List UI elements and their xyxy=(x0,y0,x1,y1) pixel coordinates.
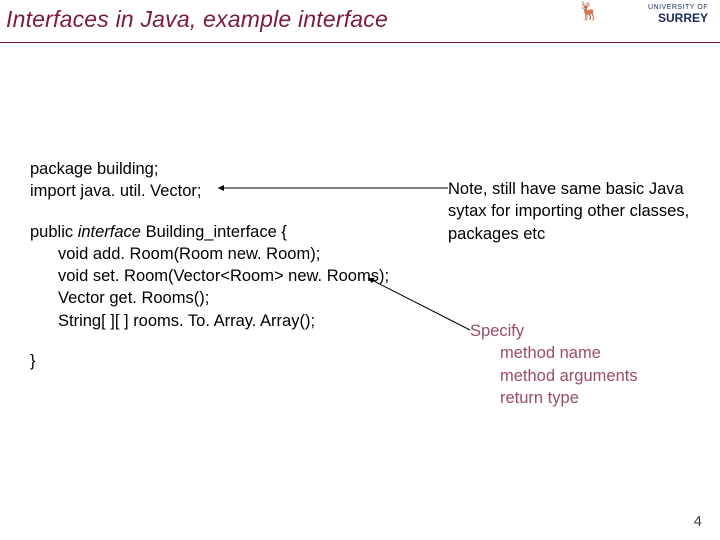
code-text: void set. Room(Vector<Room> new. Rooms); xyxy=(58,267,389,285)
code-line: void set. Room(Vector<Room> new. Rooms); xyxy=(30,265,389,287)
code-text: Building_interface { xyxy=(141,223,287,241)
spec-head: Specify xyxy=(470,320,638,342)
code-text: import java. util. Vector; xyxy=(30,182,202,200)
code-line: package building; xyxy=(30,158,389,180)
code-line: String[ ][ ] rooms. To. Array. Array(); xyxy=(30,310,389,332)
spec-item: return type xyxy=(470,387,638,409)
code-text: Vector get. Rooms(); xyxy=(58,289,209,307)
code-text: public xyxy=(30,223,78,241)
logo-line1: UNIVERSITY OF xyxy=(648,4,708,11)
annotation-specify: Specify method name method arguments ret… xyxy=(470,320,638,409)
spec-item: method arguments xyxy=(470,365,638,387)
keyword-interface: interface xyxy=(78,223,141,241)
stag-icon: 🦌 xyxy=(578,2,600,20)
slide-title: Interfaces in Java, example interface xyxy=(6,6,388,33)
page-number: 4 xyxy=(694,513,702,530)
code-line: } xyxy=(30,350,389,372)
annotation-note: Note, still have same basic Java sytax f… xyxy=(448,178,698,245)
code-line: import java. util. Vector; xyxy=(30,180,389,202)
code-line: public interface Building_interface { xyxy=(30,221,389,243)
title-underline xyxy=(0,42,720,43)
spec-item: method name xyxy=(470,342,638,364)
code-block: package building; import java. util. Vec… xyxy=(30,158,389,372)
logo-line2: SURREY xyxy=(648,12,708,24)
university-logo: 🦌 UNIVERSITY OF SURREY xyxy=(648,4,708,24)
code-line: void add. Room(Room new. Room); xyxy=(30,243,389,265)
code-line: Vector get. Rooms(); xyxy=(30,287,389,309)
code-text: void add. Room(Room new. Room); xyxy=(58,245,320,263)
code-text: String[ ][ ] rooms. To. Array. Array(); xyxy=(58,312,315,330)
